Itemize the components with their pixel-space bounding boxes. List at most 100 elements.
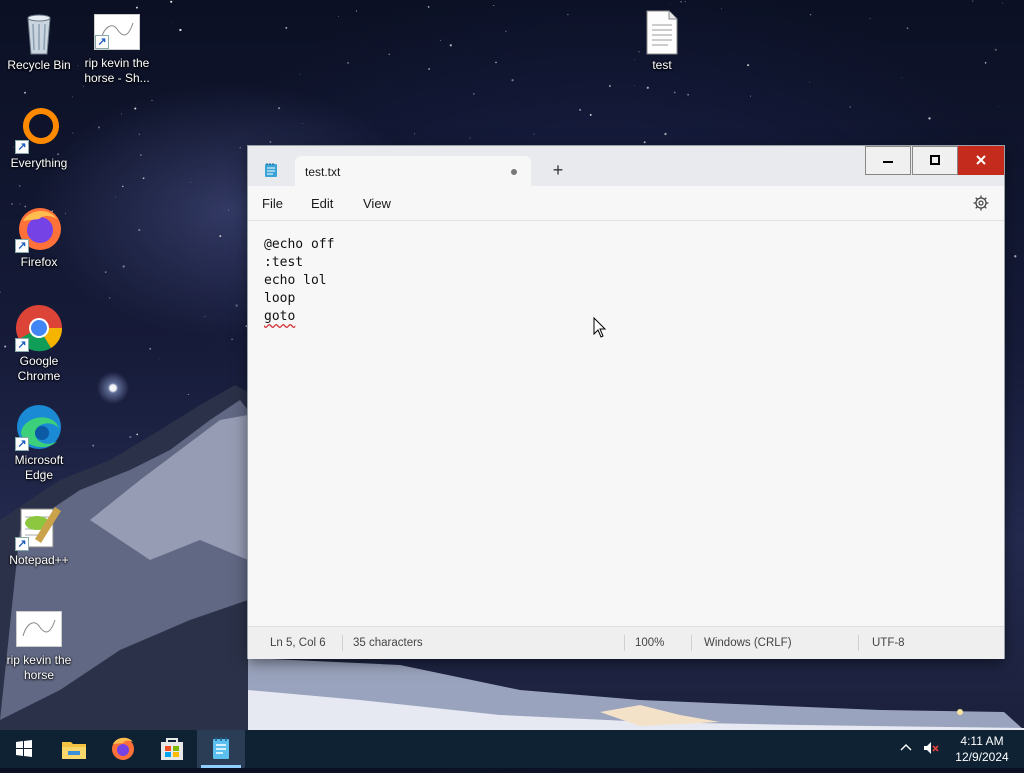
status-divider — [858, 635, 859, 651]
title-bar[interactable]: test.txt + — [248, 146, 1004, 186]
star — [567, 13, 569, 16]
notepad-window[interactable]: test.txt + File Edit View @echo off :tes… — [248, 146, 1004, 659]
microsoft-store-icon — [161, 738, 183, 760]
menu-view[interactable]: View — [363, 196, 391, 211]
star — [901, 77, 903, 78]
close-button[interactable] — [958, 146, 1004, 175]
star — [235, 304, 238, 307]
star — [231, 338, 233, 341]
star — [120, 113, 122, 115]
desktop-icon-firefox[interactable]: ↗ Firefox — [1, 205, 77, 270]
star — [151, 99, 153, 101]
desktop-icon-rip-kevin[interactable]: rip kevin the horse — [1, 611, 77, 683]
shortcut-arrow-icon: ↗ — [15, 338, 29, 352]
desktop-icon-microsoft-edge[interactable]: ↗ Microsoft Edge — [1, 403, 77, 483]
file-explorer-button[interactable] — [50, 730, 98, 768]
star — [427, 6, 430, 8]
star — [809, 81, 810, 83]
icon-label: rip kevin the horse - Sh... — [84, 56, 150, 85]
desktop-icon-test[interactable]: test — [624, 8, 700, 73]
star — [747, 64, 750, 67]
star — [269, 141, 272, 143]
star — [190, 182, 192, 183]
unsaved-indicator-icon[interactable] — [511, 169, 517, 175]
star — [1002, 2, 1003, 4]
new-tab-button[interactable]: + — [548, 160, 568, 180]
notepad-taskbar-button[interactable] — [197, 730, 245, 768]
star — [680, 1, 682, 3]
shortcut-arrow-icon: ↗ — [15, 239, 29, 253]
desktop-icon-google-chrome[interactable]: ↗ Google Chrome — [1, 304, 77, 384]
star — [428, 68, 430, 70]
notepad-app-icon — [264, 162, 278, 178]
line-ending[interactable]: Windows (CRLF) — [704, 637, 792, 649]
star — [347, 61, 350, 64]
star — [413, 133, 416, 135]
icon-label: Firefox — [20, 255, 58, 269]
zoom-level[interactable]: 100% — [635, 637, 664, 649]
start-button[interactable] — [0, 730, 48, 768]
star — [994, 48, 997, 51]
minimize-button[interactable] — [865, 146, 911, 175]
volume-muted-icon — [924, 742, 939, 754]
star — [192, 577, 194, 579]
icon-label: Notepad++ — [9, 553, 69, 567]
encoding[interactable]: UTF-8 — [872, 637, 905, 649]
clock-time: 4:11 AM — [960, 734, 1004, 748]
tab-test-txt[interactable]: test.txt — [295, 156, 531, 186]
recycle-bin-icon — [15, 8, 63, 56]
firefox-icon: ↗ — [15, 205, 63, 253]
clock-date: 12/9/2024 — [955, 750, 1009, 764]
star — [78, 528, 80, 529]
show-hidden-icons-button[interactable] — [898, 740, 914, 759]
icon-label: Microsoft Edge — [14, 453, 64, 482]
menu-edit[interactable]: Edit — [311, 196, 333, 211]
status-divider — [624, 635, 625, 651]
status-bar: Ln 5, Col 6 35 characters 100% Windows (… — [248, 626, 1004, 659]
text-editor[interactable]: @echo off :test echo lol loop goto — [248, 221, 1004, 625]
star — [849, 106, 851, 108]
status-divider — [691, 635, 692, 651]
editor-line: :test — [264, 255, 304, 270]
star — [355, 10, 358, 12]
star — [608, 85, 611, 87]
star — [232, 566, 234, 568]
star — [174, 461, 176, 463]
star — [643, 141, 646, 144]
firefox-taskbar-button[interactable] — [99, 730, 147, 768]
star — [135, 6, 138, 9]
star — [469, 137, 471, 139]
editor-line: @echo off — [264, 237, 335, 252]
desktop-icon-notepad-plus-plus[interactable]: ↗ Notepad++ — [1, 503, 77, 568]
star — [104, 271, 107, 274]
taskbar-clock[interactable]: 4:11 AM 12/9/2024 — [948, 733, 1016, 765]
desktop-icon-recycle-bin[interactable]: Recycle Bin — [1, 8, 77, 73]
microsoft-store-button[interactable] — [148, 730, 196, 768]
status-divider — [342, 635, 343, 651]
editor-line-misspelled: goto — [264, 309, 296, 324]
volume-button[interactable] — [922, 740, 940, 759]
star — [173, 476, 175, 479]
star — [129, 436, 132, 439]
star — [139, 154, 142, 156]
star — [869, 18, 871, 20]
menu-file[interactable]: File — [262, 196, 283, 211]
star — [928, 117, 931, 120]
star — [115, 196, 116, 198]
chrome-icon: ↗ — [15, 304, 63, 352]
maximize-button[interactable] — [912, 146, 958, 175]
star — [172, 22, 174, 23]
mouse-pointer-icon — [593, 316, 607, 339]
star — [219, 235, 222, 238]
star — [473, 93, 475, 95]
star — [121, 506, 124, 509]
desktop-icon-rip-kevin-shortcut[interactable]: ↗ rip kevin the horse - Sh... — [79, 14, 155, 86]
icon-label: Everything — [10, 156, 68, 170]
star — [204, 316, 206, 318]
star — [190, 512, 192, 515]
star — [1004, 276, 1006, 278]
menu-bar: File Edit View — [248, 186, 1004, 221]
settings-gear-icon[interactable] — [972, 194, 990, 212]
desktop-icon-everything[interactable]: ↗ Everything — [1, 106, 77, 171]
star — [664, 132, 667, 136]
